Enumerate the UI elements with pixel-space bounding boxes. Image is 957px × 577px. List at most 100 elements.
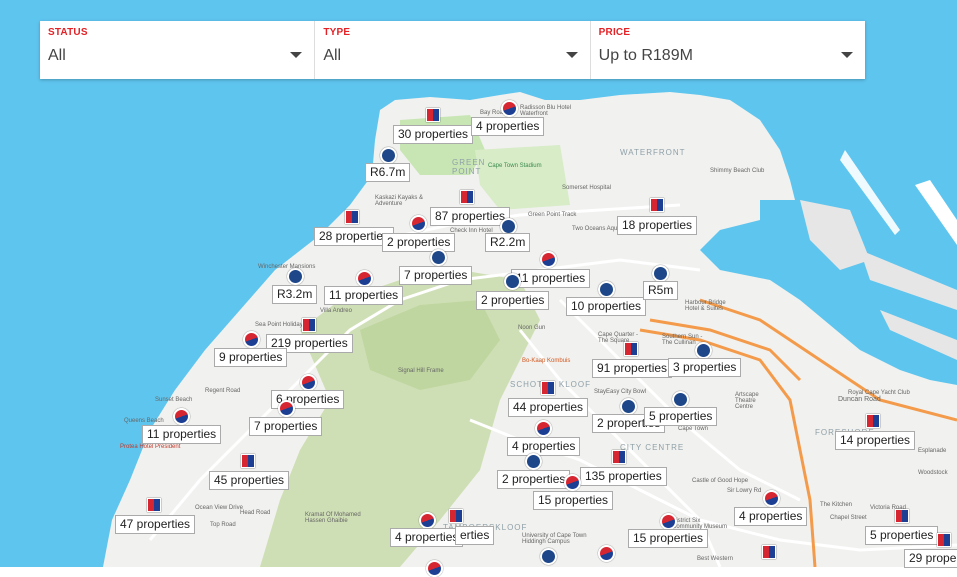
split-pin-icon[interactable] xyxy=(564,474,581,491)
location-dot-icon[interactable] xyxy=(695,342,712,359)
marker-label[interactable]: R3.2m xyxy=(272,285,318,304)
marker-label[interactable]: 3 properties xyxy=(668,358,742,377)
location-dot-icon[interactable] xyxy=(525,453,542,470)
map-pin-icon[interactable] xyxy=(426,560,443,577)
flag-pin-icon[interactable] xyxy=(895,509,909,523)
map[interactable]: WATERFRONT GREEN POINT FORESHORE TAMBOER… xyxy=(0,0,957,567)
flag-pin-icon[interactable] xyxy=(937,533,951,547)
marker-label[interactable]: 7 properties xyxy=(249,417,323,436)
marker-label[interactable]: 5 properties xyxy=(865,526,939,545)
flag-pin-icon[interactable] xyxy=(345,210,359,224)
marker-label[interactable]: 15 properties xyxy=(628,529,709,548)
marker-label[interactable]: 15 properties xyxy=(533,491,614,510)
marker-label[interactable]: 135 properties xyxy=(580,467,667,486)
marker-label[interactable]: 87 properties xyxy=(430,207,511,226)
map-label-waterfront: WATERFRONT xyxy=(620,148,686,157)
map-label-duncan-road: Duncan Road xyxy=(838,396,881,403)
marker-label[interactable]: 11 properties xyxy=(142,425,222,444)
marker-label[interactable]: 47 properties xyxy=(115,515,196,534)
location-dot-icon[interactable] xyxy=(287,268,304,285)
marker-label[interactable]: 7 properties xyxy=(399,266,473,285)
map-label-castle: Castle of Good Hope xyxy=(692,478,749,484)
location-dot-icon[interactable] xyxy=(620,398,637,415)
marker-label[interactable]: 4 properties xyxy=(507,437,581,456)
map-label-harbour-bridge: Harbour Bridge Hotel & Suites xyxy=(685,300,726,312)
type-filter[interactable]: TYPE All xyxy=(315,21,591,79)
location-dot-icon[interactable] xyxy=(430,249,447,266)
marker-label[interactable]: 91 properties xyxy=(592,359,673,378)
split-pin-icon[interactable] xyxy=(535,420,552,437)
split-pin-icon[interactable] xyxy=(278,400,295,417)
flag-pin-icon[interactable] xyxy=(147,498,161,512)
marker-label[interactable]: 10 properties xyxy=(566,297,647,316)
marker-label[interactable]: R6.7m xyxy=(365,163,411,182)
map-label-woodstock: Woodstock xyxy=(918,470,948,476)
marker-label[interactable]: 11 properties xyxy=(511,269,591,288)
type-filter-label: TYPE xyxy=(323,27,351,38)
map-label-kramat: Kramat Of Mohamed Hassen Ghaibie xyxy=(305,512,361,524)
map-label-chapel: Chapel Street xyxy=(830,515,867,521)
map-pin-icon[interactable] xyxy=(540,548,557,565)
marker-label[interactable]: 45 properties xyxy=(209,471,290,490)
split-pin-icon[interactable] xyxy=(173,408,190,425)
flag-pin-icon[interactable] xyxy=(650,198,664,212)
map-label-gp-track: Green Point Track xyxy=(528,212,577,218)
marker-label[interactable]: R5m xyxy=(643,281,679,300)
split-pin-icon[interactable] xyxy=(660,513,677,530)
map-label-ocean-view: Ocean View Drive xyxy=(195,505,243,511)
split-pin-icon[interactable] xyxy=(419,512,436,529)
marker-label[interactable]: 29 properties xyxy=(904,549,957,568)
location-dot-icon[interactable] xyxy=(380,147,397,164)
price-filter[interactable]: PRICE Up to R189M xyxy=(591,21,865,79)
map-label-sir-lowry: Sir Lowry Rd xyxy=(727,488,762,494)
split-pin-icon[interactable] xyxy=(243,331,260,348)
marker-label[interactable]: 11 properties xyxy=(324,286,404,305)
flag-pin-icon[interactable] xyxy=(866,414,880,428)
marker-label[interactable]: 4 properties xyxy=(390,528,464,547)
flag-pin-icon[interactable] xyxy=(449,509,463,523)
split-pin-icon[interactable] xyxy=(763,490,780,507)
split-pin-icon[interactable] xyxy=(356,270,373,287)
map-label-radisson: Radisson Blu Hotel Waterfront xyxy=(520,105,572,117)
marker-label[interactable]: 2 properties xyxy=(497,470,571,489)
marker-label[interactable]: 14 properties xyxy=(835,431,916,450)
flag-pin-icon[interactable] xyxy=(541,381,555,395)
location-dot-icon[interactable] xyxy=(652,265,669,282)
filter-bar: STATUS All TYPE All PRICE Up to R189M xyxy=(40,21,865,79)
chevron-down-icon xyxy=(290,52,303,58)
marker-label[interactable]: 4 properties xyxy=(734,507,808,526)
split-pin-icon[interactable] xyxy=(501,100,518,117)
flag-pin-icon[interactable] xyxy=(241,454,255,468)
map-label-bo-kaap: Bo-Kaap Kombuis xyxy=(522,358,571,364)
marker-label[interactable]: 4 properties xyxy=(471,117,545,136)
marker-label[interactable]: 5 properties xyxy=(644,407,718,426)
location-dot-icon[interactable] xyxy=(598,281,615,298)
flag-pin-icon[interactable] xyxy=(612,450,626,464)
marker-label[interactable]: 2 properties xyxy=(476,291,550,310)
marker-label[interactable]: 30 properties xyxy=(393,125,474,144)
map-label-signal-hill: Signal Hill Frame xyxy=(398,368,444,374)
flag-pin-icon[interactable] xyxy=(426,108,440,122)
marker-label[interactable]: erties xyxy=(455,526,495,545)
map-pin-icon[interactable] xyxy=(598,545,615,562)
map-label-cape-town: Cape Town xyxy=(678,426,708,432)
split-pin-icon[interactable] xyxy=(410,215,427,232)
map-canvas xyxy=(103,92,957,567)
map-label-best-western: Best Western xyxy=(697,556,733,562)
split-pin-icon[interactable] xyxy=(300,374,317,391)
location-dot-icon[interactable] xyxy=(672,391,689,408)
marker-label[interactable]: 44 properties xyxy=(508,398,589,417)
marker-label[interactable]: R2.2m xyxy=(485,233,531,252)
flag-pin-icon[interactable] xyxy=(460,190,474,204)
split-pin-icon[interactable] xyxy=(540,251,557,268)
flag-pin-icon[interactable] xyxy=(624,342,638,356)
location-dot-icon[interactable] xyxy=(504,273,521,290)
marker-label[interactable]: 9 properties xyxy=(214,348,288,367)
status-filter[interactable]: STATUS All xyxy=(40,21,316,79)
map-pin-icon[interactable] xyxy=(762,545,776,559)
marker-label[interactable]: 2 properties xyxy=(382,233,456,252)
marker-label[interactable]: 18 properties xyxy=(617,216,698,235)
price-filter-value: Up to R189M xyxy=(598,47,693,64)
flag-pin-icon[interactable] xyxy=(302,318,316,332)
map-label-kitchen: The Kitchen xyxy=(820,502,853,508)
